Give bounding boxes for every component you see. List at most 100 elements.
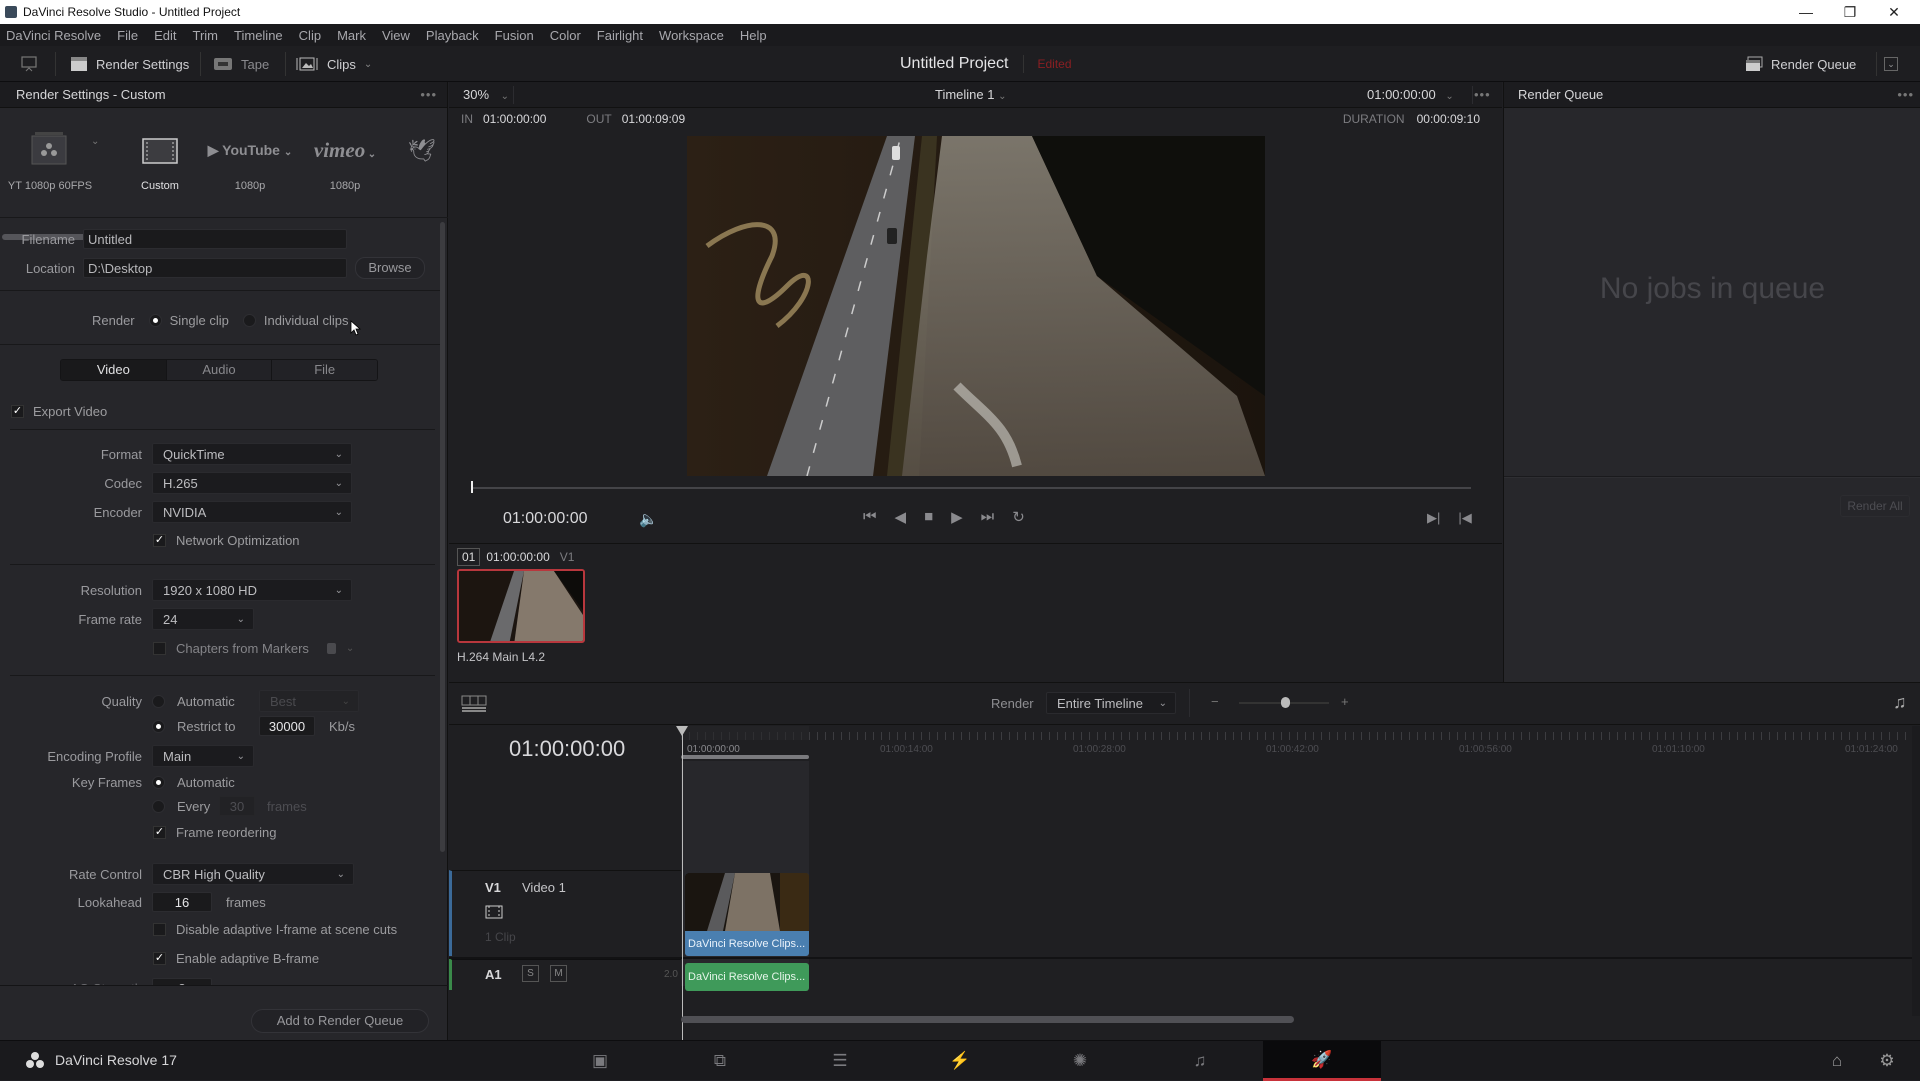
- viewer-timecode-select[interactable]: 01:00:00:00 ⌄: [1367, 87, 1454, 102]
- aq-strength-input[interactable]: 8: [152, 978, 212, 985]
- close-button[interactable]: ✕: [1872, 0, 1916, 24]
- export-video-checkbox[interactable]: ✓: [11, 405, 24, 418]
- toolbar-collapse-button[interactable]: ⌄: [1884, 46, 1898, 82]
- render-range-bar[interactable]: [681, 755, 809, 759]
- menu-color[interactable]: Color: [550, 28, 581, 43]
- zoom-out-button[interactable]: −: [1211, 694, 1219, 709]
- menu-fairlight[interactable]: Fairlight: [597, 28, 643, 43]
- resolution-select[interactable]: 1920 x 1080 HD ⌄: [152, 579, 352, 601]
- render-queue-toggle[interactable]: Render Queue: [1745, 46, 1856, 82]
- page-edit[interactable]: ☰: [781, 1041, 899, 1081]
- playhead-handle[interactable]: [676, 726, 688, 736]
- go-to-start-icon[interactable]: ⏮: [863, 508, 877, 526]
- film-icon[interactable]: [485, 905, 503, 919]
- quality-preset-select[interactable]: Best ⌄: [259, 690, 359, 712]
- video-clip[interactable]: DaVinci Resolve Clips...: [685, 873, 809, 956]
- zoom-in-button[interactable]: +: [1341, 694, 1349, 709]
- settings-button[interactable]: ⚙: [1862, 1041, 1912, 1081]
- page-deliver[interactable]: 🚀: [1263, 1041, 1381, 1081]
- mute-button[interactable]: M: [550, 965, 567, 982]
- page-cut[interactable]: ⧉: [661, 1041, 779, 1081]
- render-range-select[interactable]: Entire Timeline ⌄: [1046, 692, 1176, 714]
- rate-control-select[interactable]: CBR High Quality ⌄: [152, 863, 354, 885]
- filename-input[interactable]: Untitled: [83, 229, 347, 249]
- menu-davinci-resolve[interactable]: DaVinci Resolve: [6, 28, 101, 43]
- tab-video[interactable]: Video: [61, 360, 167, 380]
- render-settings-button[interactable]: Render Settings: [70, 46, 189, 82]
- menu-fusion[interactable]: Fusion: [495, 28, 534, 43]
- menu-timeline[interactable]: Timeline: [234, 28, 283, 43]
- audio-clip[interactable]: DaVinci Resolve Clips...: [685, 963, 809, 991]
- chapters-checkbox[interactable]: [153, 642, 166, 655]
- solo-button[interactable]: S: [522, 965, 539, 982]
- encoding-profile-select[interactable]: Main ⌄: [152, 745, 254, 767]
- timeline-zoom-handle[interactable]: [1281, 697, 1290, 708]
- single-clip-radio[interactable]: [148, 314, 162, 327]
- clip-thumbnail[interactable]: [457, 569, 585, 643]
- menu-help[interactable]: Help: [740, 28, 767, 43]
- settings-scrollbar[interactable]: [440, 222, 445, 852]
- scrubber-playhead[interactable]: [471, 481, 473, 493]
- menu-edit[interactable]: Edit: [154, 28, 176, 43]
- expand-panel-button[interactable]: [20, 46, 38, 82]
- timeline-vertical-scrollbar[interactable]: [1912, 726, 1920, 1016]
- track-name[interactable]: Video 1: [522, 880, 566, 895]
- preset-youtube-1080p[interactable]: ▶ YouTube ⌄ 1080p: [205, 108, 295, 192]
- clips-button[interactable]: Clips ⌄: [295, 46, 372, 82]
- individual-clips-radio[interactable]: [242, 314, 256, 327]
- keyframes-every-input[interactable]: 30: [219, 796, 255, 816]
- speaker-icon[interactable]: 🔈: [639, 510, 658, 528]
- chevron-down-icon[interactable]: ⌄: [91, 136, 99, 147]
- stop-icon[interactable]: ■: [924, 508, 933, 526]
- preset-vimeo-1080p[interactable]: vimeo ⌄ 1080p: [300, 108, 390, 192]
- page-media[interactable]: ▣: [541, 1041, 659, 1081]
- home-button[interactable]: ⌂: [1812, 1041, 1862, 1081]
- codec-select[interactable]: H.265 ⌄: [152, 472, 352, 494]
- marker-color-icon[interactable]: [326, 643, 336, 654]
- frame-reordering-checkbox[interactable]: ✓: [153, 826, 166, 839]
- viewer-options-icon[interactable]: •••: [1474, 87, 1491, 102]
- timeline-view-options-icon[interactable]: [461, 695, 487, 713]
- loop-icon[interactable]: ↻: [1012, 508, 1025, 526]
- video-preview[interactable]: [687, 136, 1265, 476]
- bitrate-input[interactable]: 30000: [259, 716, 315, 736]
- browse-button[interactable]: Browse: [355, 257, 425, 279]
- page-fusion[interactable]: ⚡: [901, 1041, 1019, 1081]
- quality-restrict-radio[interactable]: [152, 719, 165, 733]
- tab-audio[interactable]: Audio: [166, 360, 273, 380]
- restore-button[interactable]: ❐: [1828, 0, 1872, 24]
- options-menu-icon[interactable]: •••: [420, 87, 437, 102]
- render-queue-options-icon[interactable]: •••: [1897, 87, 1914, 102]
- menu-file[interactable]: File: [117, 28, 138, 43]
- framerate-select[interactable]: 24 ⌄: [152, 608, 254, 630]
- minimize-button[interactable]: —: [1784, 0, 1828, 24]
- location-input[interactable]: D:\Desktop: [83, 258, 347, 278]
- go-to-end-icon[interactable]: ⏭: [981, 508, 995, 526]
- viewer-scrubber[interactable]: [471, 487, 1471, 489]
- lookahead-input[interactable]: 16: [152, 892, 212, 912]
- network-optimization-checkbox[interactable]: ✓: [153, 534, 166, 547]
- preset-custom[interactable]: Custom: [115, 108, 205, 192]
- zoom-select[interactable]: 30% ⌄: [463, 87, 509, 102]
- keyframes-automatic-radio[interactable]: [152, 776, 165, 789]
- preset-yt-1080p-60fps[interactable]: ⌄ YT 1080p 60FPS: [5, 108, 99, 192]
- play-icon[interactable]: ▶: [951, 508, 963, 526]
- menu-workspace[interactable]: Workspace: [659, 28, 724, 43]
- timeline-ruler[interactable]: 01:00:00:00 01:00:14:00 01:00:28:00 01:0…: [681, 726, 1920, 756]
- page-color[interactable]: ✺: [1021, 1041, 1139, 1081]
- format-select[interactable]: QuickTime ⌄: [152, 443, 352, 465]
- disable-iframe-checkbox[interactable]: [153, 923, 166, 936]
- out-timecode[interactable]: 01:00:09:09: [622, 112, 685, 126]
- page-fairlight[interactable]: ♫: [1141, 1041, 1259, 1081]
- menu-mark[interactable]: Mark: [337, 28, 366, 43]
- timeline-select[interactable]: Timeline 1 ⌄: [935, 87, 1007, 102]
- chevron-down-icon[interactable]: ⌄: [346, 643, 354, 654]
- tape-button[interactable]: Tape: [213, 46, 269, 82]
- encoder-select[interactable]: NVIDIA ⌄: [152, 501, 352, 523]
- quality-automatic-radio[interactable]: [152, 694, 165, 708]
- enable-bframe-checkbox[interactable]: ✓: [153, 952, 166, 965]
- menu-trim[interactable]: Trim: [193, 28, 219, 43]
- step-back-icon[interactable]: ◀: [895, 508, 907, 526]
- render-all-button[interactable]: Render All: [1840, 495, 1910, 517]
- mark-out-icon[interactable]: |◀: [1458, 510, 1471, 526]
